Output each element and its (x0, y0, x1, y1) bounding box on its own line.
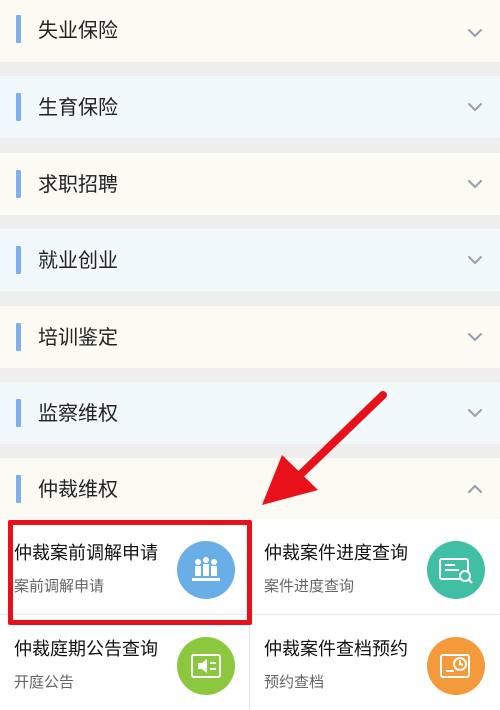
service-subtitle: 案件进度查询 (264, 577, 355, 595)
chevron-down-icon[interactable] (464, 326, 486, 348)
service-subtitle: 开庭公告 (14, 673, 75, 691)
section-accent-bar (16, 15, 21, 43)
chevron-down-icon[interactable] (464, 249, 486, 271)
mediation-people-icon (177, 541, 235, 599)
section-accent-bar (16, 323, 21, 351)
chevron-down-icon[interactable] (464, 96, 486, 118)
announcement-speaker-icon (177, 637, 235, 695)
section-label: 仲裁维权 (38, 477, 118, 501)
chevron-down-icon[interactable] (464, 22, 486, 44)
section-label: 求职招聘 (38, 172, 118, 196)
section-accent-bar (16, 246, 21, 274)
service-title: 仲裁案件查档预约 (264, 639, 408, 660)
section-label: 生育保险 (38, 95, 118, 119)
section-label: 培训鉴定 (38, 325, 118, 349)
chevron-down-icon[interactable] (464, 173, 486, 195)
service-pre-case-mediation[interactable]: 仲裁案前调解申请 案前调解申请 (0, 519, 249, 614)
section-labor-inspection[interactable]: 监察维权 (0, 382, 500, 444)
progress-card-icon (427, 541, 485, 599)
section-maternity-insurance[interactable]: 生育保险 (0, 76, 500, 138)
section-accent-bar (16, 475, 21, 503)
section-accent-bar (16, 399, 21, 427)
section-accent-bar (16, 93, 21, 121)
chevron-down-icon[interactable] (464, 402, 486, 424)
service-title: 仲裁案件进度查询 (264, 543, 408, 564)
section-label: 就业创业 (38, 248, 118, 272)
service-title: 仲裁庭期公告查询 (14, 639, 158, 660)
section-unemployment-insurance[interactable]: 失业保险 (0, 0, 500, 62)
chevron-up-icon[interactable] (464, 478, 486, 500)
service-case-file-appointment[interactable]: 仲裁案件查档预约 预约查档 (250, 615, 499, 710)
grid-divider-horizontal (0, 614, 500, 615)
section-accent-bar (16, 170, 21, 198)
section-label: 失业保险 (38, 18, 118, 42)
section-label: 监察维权 (38, 401, 118, 425)
section-arbitration[interactable]: 仲裁维权 (0, 458, 500, 519)
service-subtitle: 预约查档 (264, 673, 325, 691)
service-title: 仲裁案前调解申请 (14, 543, 158, 564)
service-hearing-announcement-query[interactable]: 仲裁庭期公告查询 开庭公告 (0, 615, 249, 710)
service-subtitle: 案前调解申请 (14, 577, 105, 595)
section-training-certification[interactable]: 培训鉴定 (0, 306, 500, 368)
appointment-clock-icon (427, 637, 485, 695)
section-job-seeking[interactable]: 求职招聘 (0, 153, 500, 215)
service-case-progress-query[interactable]: 仲裁案件进度查询 案件进度查询 (250, 519, 499, 614)
section-employment-entrepreneurship[interactable]: 就业创业 (0, 229, 500, 291)
